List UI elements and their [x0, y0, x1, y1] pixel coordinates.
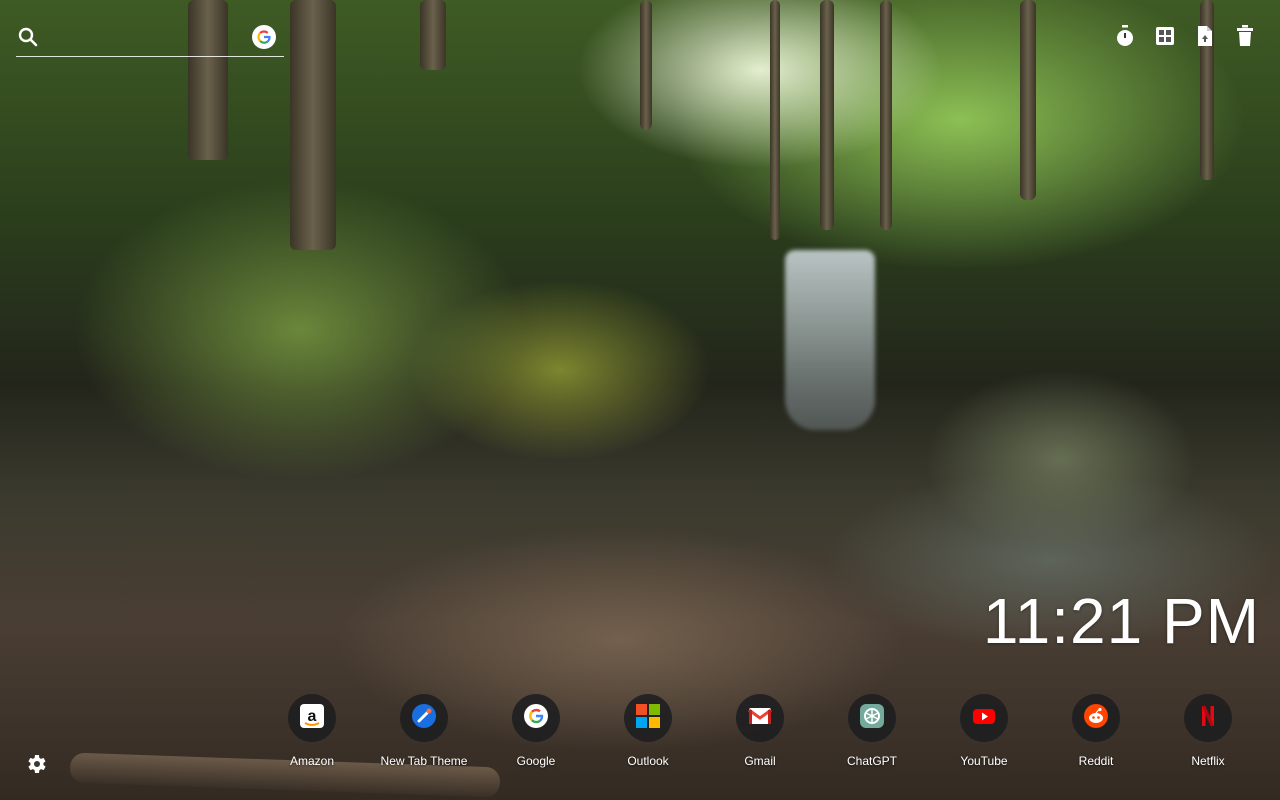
chatgpt-icon — [859, 703, 885, 734]
file-icon[interactable] — [1194, 24, 1216, 48]
search-bar — [16, 22, 284, 57]
youtube-icon — [971, 703, 997, 734]
timer-icon[interactable] — [1114, 24, 1136, 48]
google-icon[interactable] — [252, 25, 276, 49]
svg-text:a: a — [308, 708, 317, 725]
new-tab-theme-icon — [411, 703, 437, 734]
shortcut-label: ChatGPT — [846, 754, 897, 768]
shortcut-circle — [736, 694, 784, 742]
grid-widget-icon[interactable] — [1154, 24, 1176, 48]
search-input[interactable] — [48, 22, 242, 54]
shortcut-circle: a — [288, 694, 336, 742]
shortcut-gmail[interactable]: Gmail — [704, 694, 816, 768]
shortcut-new-tab-theme[interactable]: New Tab Theme — [368, 694, 480, 768]
gear-icon — [24, 755, 48, 780]
shortcut-youtube[interactable]: YouTube — [928, 694, 1040, 768]
top-toolbar — [1114, 24, 1256, 48]
shortcut-amazon[interactable]: a Amazon — [256, 694, 368, 768]
shortcut-circle — [960, 694, 1008, 742]
settings-button[interactable] — [24, 752, 48, 776]
google-icon — [523, 703, 549, 734]
shortcut-chatgpt[interactable]: ChatGPT — [816, 694, 928, 768]
gmail-icon — [747, 703, 773, 734]
shortcut-label: Google — [516, 754, 556, 768]
shortcut-label: Reddit — [1078, 754, 1114, 768]
shortcut-google[interactable]: Google — [480, 694, 592, 768]
shortcut-label: Outlook — [627, 754, 669, 768]
shortcut-circle — [512, 694, 560, 742]
amazon-icon: a — [299, 703, 325, 734]
shortcut-label: YouTube — [960, 754, 1008, 768]
shortcut-netflix[interactable]: Netflix — [1152, 694, 1264, 768]
shortcut-reddit[interactable]: Reddit — [1040, 694, 1152, 768]
shortcut-circle — [624, 694, 672, 742]
shortcut-label: Gmail — [744, 754, 776, 768]
reddit-icon — [1083, 703, 1109, 734]
microsoft-icon — [635, 703, 661, 734]
shortcut-label: Amazon — [289, 754, 335, 768]
shortcut-outlook[interactable]: Outlook — [592, 694, 704, 768]
background-forest-waterfall — [0, 0, 1280, 800]
shortcut-circle — [1184, 694, 1232, 742]
shortcut-circle — [1072, 694, 1120, 742]
shortcut-circle — [848, 694, 896, 742]
shortcut-label: Netflix — [1191, 754, 1225, 768]
netflix-icon — [1195, 703, 1221, 734]
clock-time: 11:21 PM — [982, 585, 1260, 657]
trash-icon[interactable] — [1234, 24, 1256, 48]
shortcut-bar: a Amazon New Tab Theme Google Outlook Gm… — [256, 694, 1264, 768]
search-icon[interactable] — [16, 25, 40, 49]
shortcut-label: New Tab Theme — [380, 754, 468, 768]
shortcut-circle — [400, 694, 448, 742]
